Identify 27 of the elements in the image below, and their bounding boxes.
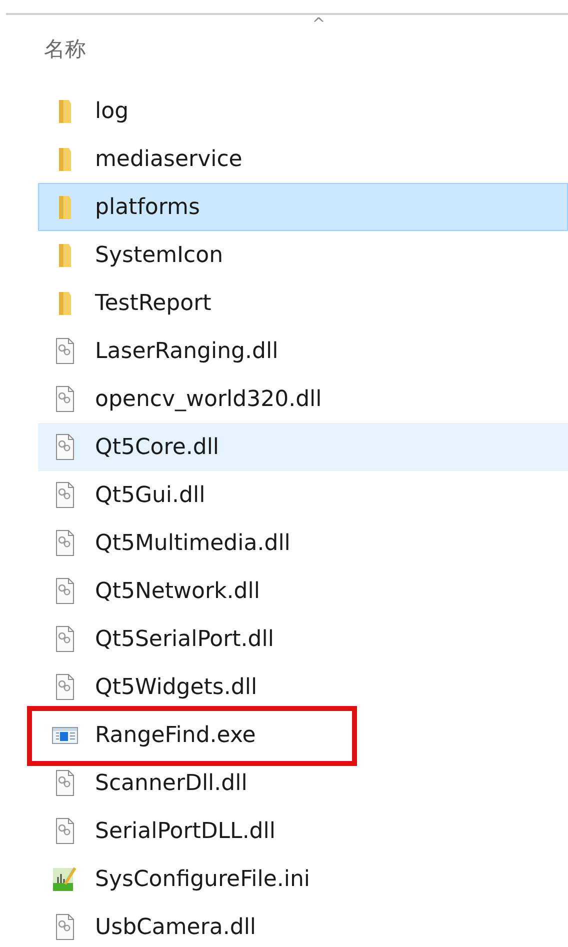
column-header[interactable]: 名称: [44, 37, 86, 61]
folder-icon: [59, 196, 71, 218]
file-name[interactable]: Qt5Widgets.dll: [95, 674, 258, 700]
file-name[interactable]: SysConfigureFile.ini: [95, 866, 310, 892]
file-name[interactable]: SerialPortDLL.dll: [95, 818, 276, 844]
file-name[interactable]: Qt5SerialPort.dll: [95, 626, 274, 652]
file-name[interactable]: SystemIcon: [95, 242, 224, 268]
file-name[interactable]: RangeFind.exe: [95, 722, 256, 748]
folder-icon: [59, 244, 71, 266]
file-name[interactable]: ScannerDll.dll: [95, 770, 248, 796]
file-name[interactable]: platforms: [95, 194, 200, 220]
file-name[interactable]: Qt5Multimedia.dll: [95, 530, 290, 556]
folder-icon: [59, 292, 71, 314]
file-name[interactable]: mediaservice: [95, 146, 242, 172]
file-name[interactable]: UsbCamera.dll: [95, 914, 256, 940]
file-name[interactable]: Qt5Gui.dll: [95, 482, 206, 508]
file-name[interactable]: opencv_world320.dll: [95, 386, 322, 412]
settings-file-icon: [51, 865, 79, 893]
file-name[interactable]: Qt5Network.dll: [95, 578, 260, 604]
file-name[interactable]: LaserRanging.dll: [95, 338, 278, 364]
selected-row-highlight[interactable]: platforms: [38, 183, 568, 231]
hovered-row-highlight[interactable]: Qt5Core.dll: [38, 423, 568, 471]
file-name[interactable]: TestReport: [95, 290, 212, 316]
file-name[interactable]: Qt5Core.dll: [95, 434, 220, 460]
folder-icon: [59, 100, 71, 122]
folder-icon: [59, 148, 71, 170]
file-name[interactable]: log: [95, 98, 129, 124]
